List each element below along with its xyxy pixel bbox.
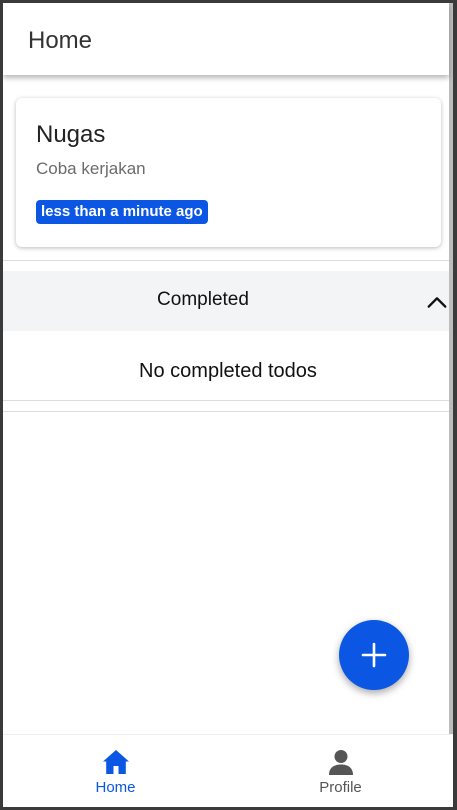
todo-card[interactable]: Nugas Coba kerjakan less than a minute a…	[16, 98, 441, 247]
nav-item-profile[interactable]: Profile	[228, 735, 453, 807]
divider	[3, 411, 449, 412]
app-screen: Home Nugas Coba kerjakan less than a min…	[3, 3, 453, 807]
divider	[3, 400, 449, 401]
nav-label-profile: Profile	[319, 779, 362, 796]
nav-label-home: Home	[95, 779, 136, 796]
plus-icon	[361, 642, 387, 668]
bottom-navigation: Home Profile	[3, 734, 453, 807]
todo-title: Nugas	[36, 121, 106, 148]
completed-section-label: Completed	[157, 289, 249, 310]
add-todo-button[interactable]	[339, 620, 409, 690]
completed-section-toggle[interactable]: Completed	[3, 271, 449, 331]
page-title: Home	[28, 27, 93, 54]
chevron-up-icon[interactable]	[426, 291, 448, 313]
home-icon	[102, 750, 129, 774]
time-badge: less than a minute ago	[36, 200, 208, 224]
nav-item-home[interactable]: Home	[3, 735, 228, 807]
todo-description: Coba kerjakan	[36, 159, 146, 178]
app-bar: Home	[3, 3, 449, 75]
empty-completed-message: No completed todos	[139, 360, 317, 382]
person-icon	[328, 750, 353, 775]
divider	[3, 260, 449, 261]
